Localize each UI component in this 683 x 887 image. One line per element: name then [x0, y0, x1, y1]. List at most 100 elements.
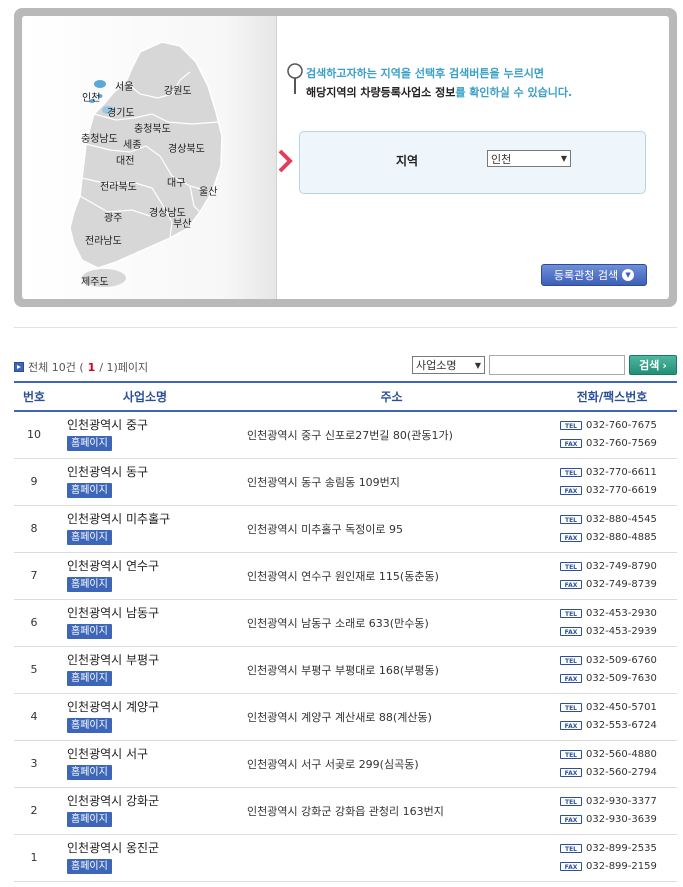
tel-tag-icon: TEL [560, 703, 582, 712]
row-address-cell: 인천광역시 미추홀구 독정이로 95 [236, 505, 547, 553]
map-label-chungbuk[interactable]: 충청북도 [134, 120, 171, 135]
map-label-daegu[interactable]: 대구 [167, 174, 185, 189]
homepage-button[interactable]: 홈페이지 [67, 624, 112, 639]
map-label-ulsan[interactable]: 울산 [199, 183, 217, 198]
fax-line: FAX 032-453-2939 [560, 623, 677, 641]
table-row: 2 인천광역시 강화군 홈페이지 인천광역시 강화군 강화읍 관청리 163번지… [14, 787, 677, 835]
table-row: 10 인천광역시 중구 홈페이지 인천광역시 중구 신포로27번길 80(관동1… [14, 411, 677, 459]
tel-number: 032-450-5701 [586, 701, 657, 713]
office-address: 인천광역시 남동구 소래로 633(만수동) [247, 616, 429, 630]
fax-line: FAX 032-560-2794 [560, 764, 677, 782]
row-office-cell: 인천광역시 중구 홈페이지 [54, 411, 236, 459]
region-label: 지역 [396, 154, 419, 168]
list-search-button-label: 검색 [639, 359, 660, 372]
fax-tag-icon: FAX [560, 580, 582, 589]
office-name: 인천광역시 계양구 [67, 700, 160, 714]
map-label-sejong[interactable]: 세종 [123, 136, 141, 151]
row-address-cell [236, 834, 547, 882]
tel-line: TEL 032-899-2535 [560, 840, 677, 858]
header-phone-fax: 전화/팩스번호 [547, 381, 677, 412]
office-search-button-label: 등록관청 검색 [553, 269, 619, 282]
office-table-body: 10 인천광역시 중구 홈페이지 인천광역시 중구 신포로27번길 80(관동1… [14, 411, 677, 882]
tel-line: TEL 032-930-3377 [560, 793, 677, 811]
fax-line: FAX 032-509-7630 [560, 670, 677, 688]
row-contact-cell: TEL 032-760-7675 FAX 032-760-7569 [547, 411, 677, 459]
table-row: 8 인천광역시 미추홀구 홈페이지 인천광역시 미추홀구 독정이로 95 TEL… [14, 505, 677, 553]
chevron-down-icon: ▼ [560, 154, 567, 163]
row-contact-cell: TEL 032-899-2535 FAX 032-899-2159 [547, 834, 677, 882]
table-row: 5 인천광역시 부평구 홈페이지 인천광역시 부평구 부평대로 168(부평동)… [14, 646, 677, 694]
fax-number: 032-749-8739 [586, 578, 657, 590]
fax-tag-icon: FAX [560, 721, 582, 730]
row-office-cell: 인천광역시 연수구 홈페이지 [54, 552, 236, 600]
korea-region-map[interactable]: 서울 인천 강원도 경기도 충청남도 충청북도 세종 대전 경상북도 전라북도 … [22, 16, 277, 299]
tel-tag-icon: TEL [560, 468, 582, 477]
homepage-button[interactable]: 홈페이지 [67, 765, 112, 780]
tel-number: 032-509-6760 [586, 654, 657, 666]
office-name: 인천광역시 연수구 [67, 559, 160, 573]
tel-line: TEL 032-760-7675 [560, 417, 677, 435]
row-contact-cell: TEL 032-930-3377 FAX 032-930-3639 [547, 787, 677, 835]
office-address: 인천광역시 중구 신포로27번길 80(관동1가) [247, 428, 453, 442]
homepage-button[interactable]: 홈페이지 [67, 436, 112, 452]
homepage-button[interactable]: 홈페이지 [67, 718, 112, 733]
summary-prefix: 전체 10건 ( [28, 361, 84, 374]
fax-line: FAX 032-760-7569 [560, 435, 677, 453]
row-number: 2 [14, 787, 54, 835]
row-number: 5 [14, 646, 54, 694]
office-address: 인천광역시 강화군 강화읍 관청리 163번지 [247, 804, 444, 818]
tel-tag-icon: TEL [560, 421, 582, 431]
row-number: 1 [14, 834, 54, 882]
homepage-button[interactable]: 홈페이지 [67, 859, 112, 874]
chevron-down-icon: ▼ [474, 360, 481, 370]
row-address-cell: 인천광역시 남동구 소래로 633(만수동) [236, 599, 547, 647]
map-label-jeonnam[interactable]: 전라남도 [85, 232, 122, 247]
map-label-daejeon[interactable]: 대전 [116, 152, 134, 167]
table-row: 7 인천광역시 연수구 홈페이지 인천광역시 연수구 원인재로 115(동춘동)… [14, 552, 677, 600]
office-address: 인천광역시 서구 서곶로 299(심곡동) [247, 757, 419, 771]
region-filter-box: 지역 인천 ▼ [299, 131, 646, 194]
map-label-gyeonggi[interactable]: 경기도 [107, 104, 135, 119]
region-select[interactable]: 인천 ▼ [487, 150, 571, 167]
homepage-button[interactable]: 홈페이지 [67, 812, 112, 827]
map-label-busan[interactable]: 부산 [173, 215, 191, 230]
map-label-incheon[interactable]: 인천 [82, 89, 100, 104]
table-row: 1 인천광역시 옹진군 홈페이지 TEL 032-899-2535 FAX 03… [14, 834, 677, 882]
row-address-cell: 인천광역시 서구 서곶로 299(심곡동) [236, 740, 547, 788]
homepage-button[interactable]: 홈페이지 [67, 483, 112, 498]
row-address-cell: 인천광역시 중구 신포로27번길 80(관동1가) [236, 411, 547, 459]
homepage-button[interactable]: 홈페이지 [67, 577, 112, 592]
map-label-gangwon[interactable]: 강원도 [164, 82, 192, 97]
map-label-jeonbuk[interactable]: 전라북도 [100, 178, 137, 193]
keyword-search-input[interactable] [489, 355, 625, 375]
map-label-gwangju[interactable]: 광주 [104, 209, 122, 224]
row-contact-cell: TEL 032-453-2930 FAX 032-453-2939 [547, 599, 677, 647]
map-label-seoul[interactable]: 서울 [115, 78, 133, 93]
row-number: 8 [14, 505, 54, 553]
row-number: 9 [14, 458, 54, 506]
office-address: 인천광역시 미추홀구 독정이로 95 [247, 522, 404, 536]
office-address: 인천광역시 연수구 원인재로 115(동춘동) [247, 569, 439, 583]
map-label-gyeongbuk[interactable]: 경상북도 [168, 140, 205, 155]
tel-number: 032-560-4880 [586, 748, 657, 760]
fax-tag-icon: FAX [560, 533, 582, 542]
map-label-jeju[interactable]: 제주도 [81, 273, 109, 288]
map-label-chungnam[interactable]: 충청남도 [81, 130, 118, 145]
office-search-button[interactable]: 등록관청 검색 ▼ [541, 264, 647, 286]
table-row: 3 인천광역시 서구 홈페이지 인천광역시 서구 서곶로 299(심곡동) TE… [14, 740, 677, 788]
table-header-row: 번호 사업소명 주소 전화/팩스번호 [14, 381, 677, 412]
tel-line: TEL 032-749-8790 [560, 558, 677, 576]
fax-number: 032-509-7630 [586, 672, 657, 684]
bullet-arrow-icon [14, 362, 24, 372]
homepage-button[interactable]: 홈페이지 [67, 671, 112, 686]
summary-suffix: / 1)페이지 [99, 361, 149, 374]
tel-tag-icon: TEL [560, 609, 582, 618]
tel-number: 032-930-3377 [586, 795, 657, 807]
table-row: 6 인천광역시 남동구 홈페이지 인천광역시 남동구 소래로 633(만수동) … [14, 599, 677, 647]
search-type-select[interactable]: 사업소명 ▼ [412, 356, 485, 374]
homepage-button[interactable]: 홈페이지 [67, 530, 112, 545]
row-office-cell: 인천광역시 부평구 홈페이지 [54, 646, 236, 694]
list-search-button[interactable]: 검색 › [629, 355, 677, 375]
tel-tag-icon: TEL [560, 797, 582, 806]
summary-current-page: 1 [87, 360, 96, 374]
